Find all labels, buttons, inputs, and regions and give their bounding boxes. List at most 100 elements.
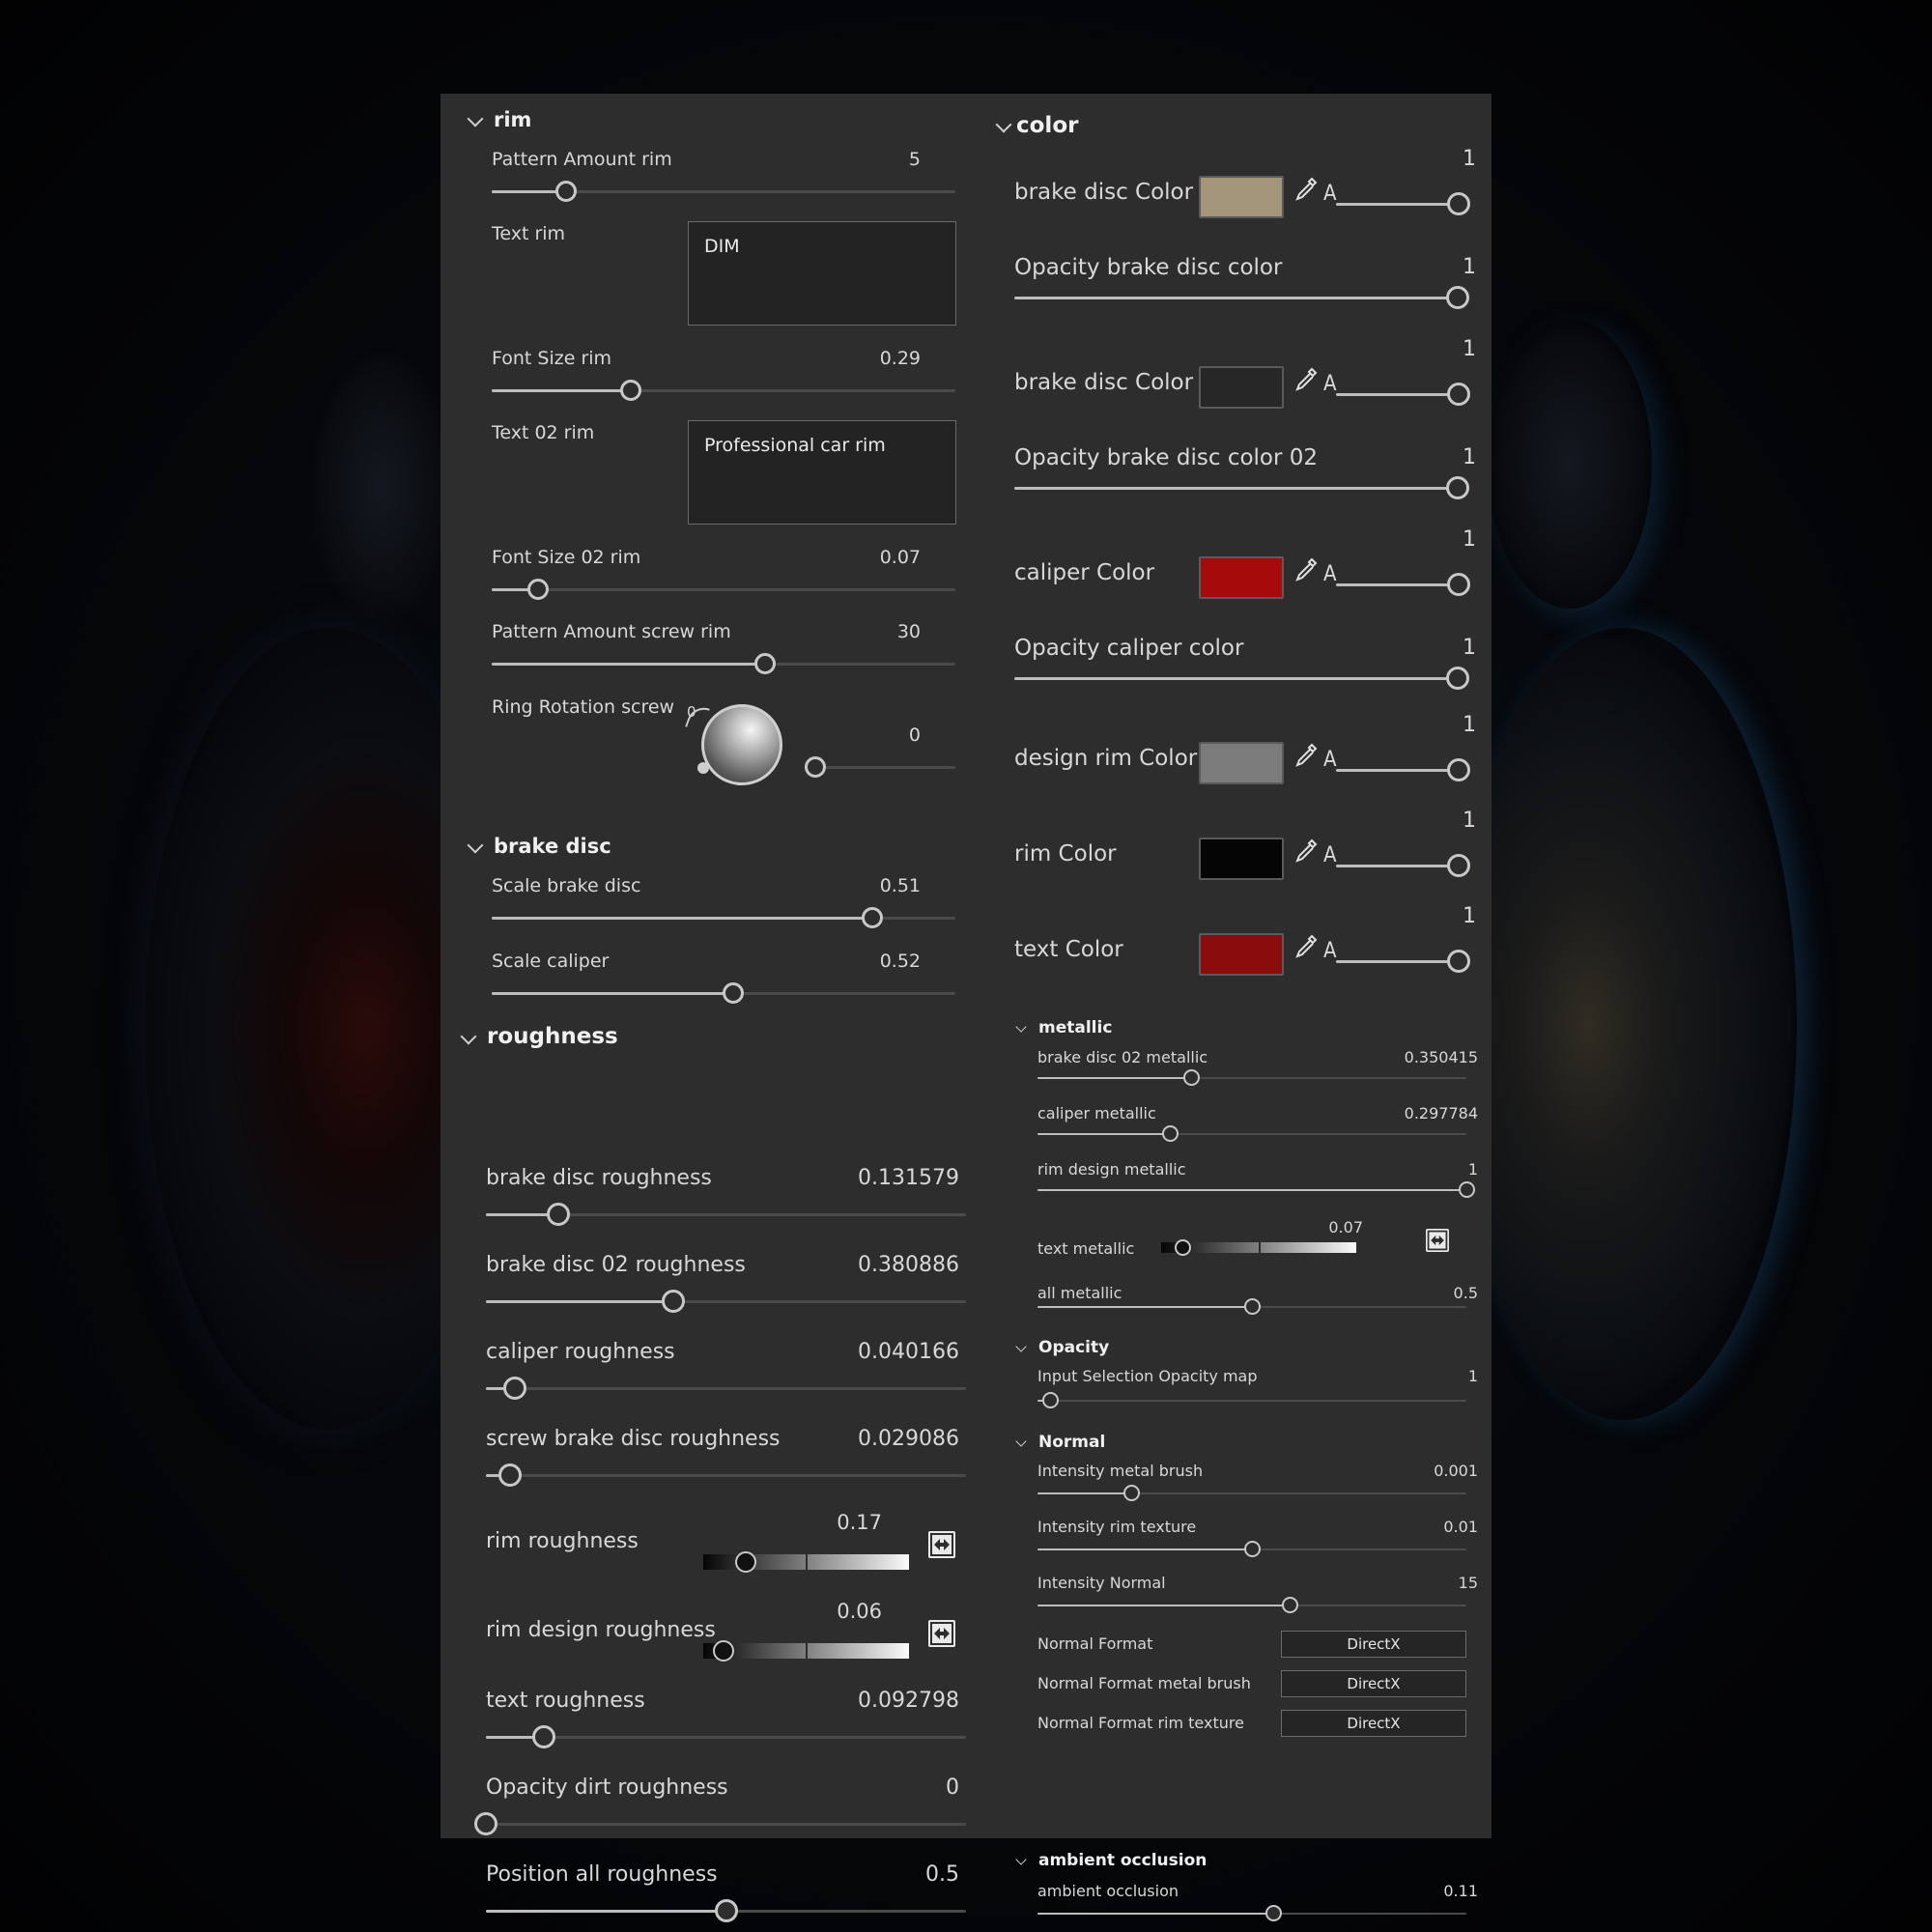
input-selection-opacity-value[interactable]: 1	[1468, 1367, 1478, 1385]
color-swatch[interactable]	[1199, 176, 1284, 218]
ambient-occlusion-slider[interactable]	[1037, 1905, 1466, 1921]
color-alpha-value[interactable]: 1	[1463, 904, 1476, 928]
roughness-item-slider[interactable]	[486, 1899, 966, 1922]
metallic-collapse-chevron-icon[interactable]	[1015, 1021, 1027, 1033]
color-alpha-value[interactable]: 1	[1463, 527, 1476, 552]
color-alpha-value[interactable]: 1	[1463, 809, 1476, 833]
eyedropper-icon[interactable]	[1293, 838, 1319, 868]
color-swatch[interactable]	[1199, 366, 1284, 409]
ring-rotation-dial-handle[interactable]	[697, 762, 709, 774]
normal-item-slider[interactable]	[1037, 1485, 1466, 1501]
normal-item-slider[interactable]	[1037, 1541, 1466, 1557]
pattern-amount-screw-rim-value[interactable]: 30	[897, 621, 921, 642]
color-swatch[interactable]	[1199, 556, 1284, 599]
roughness-item-slider[interactable]	[486, 1203, 966, 1226]
scale-brake-disc-value[interactable]: 0.51	[880, 875, 921, 896]
all-metallic-slider[interactable]	[1037, 1298, 1466, 1315]
roughness-item-slider[interactable]	[474, 1812, 966, 1835]
ao-collapse-chevron-icon[interactable]	[1015, 1854, 1027, 1865]
normal-format-dropdown[interactable]: DirectX	[1281, 1631, 1466, 1658]
metallic-item-value[interactable]: 0.350415	[1405, 1048, 1478, 1066]
gradient-slider-knob[interactable]	[712, 1640, 734, 1662]
gradient-slider-knob[interactable]	[1174, 1239, 1191, 1256]
opacity-color-value[interactable]: 1	[1463, 636, 1476, 660]
roughness-section-title[interactable]: roughness	[487, 1024, 618, 1049]
roughness-item-slider[interactable]	[486, 1725, 966, 1748]
normal-item-value[interactable]: 0.01	[1443, 1518, 1478, 1536]
eyedropper-icon[interactable]	[1293, 366, 1319, 397]
normal-collapse-chevron-icon[interactable]	[1015, 1435, 1027, 1447]
opacity-color-slider[interactable]	[1014, 667, 1469, 690]
rim-design-roughness-map-icon[interactable]	[928, 1620, 955, 1647]
color-alpha-slider[interactable]	[1336, 573, 1470, 596]
eyedropper-icon[interactable]	[1293, 176, 1319, 207]
rim-collapse-chevron-icon[interactable]	[467, 110, 484, 128]
metallic-item-value[interactable]: 1	[1468, 1160, 1478, 1179]
normal-format-dropdown[interactable]: DirectX	[1281, 1710, 1466, 1737]
metallic-item-value[interactable]: 0.297784	[1405, 1104, 1478, 1122]
pattern-amount-rim-value[interactable]: 5	[909, 149, 921, 170]
roughness-item-value[interactable]: 0.092798	[858, 1689, 959, 1713]
pattern-amount-screw-rim-slider[interactable]	[492, 653, 955, 674]
color-section-title[interactable]: color	[1016, 113, 1078, 138]
color-alpha-value[interactable]: 1	[1463, 713, 1476, 737]
text-metallic-value[interactable]: 0.07	[1328, 1218, 1363, 1236]
all-metallic-value[interactable]: 0.5	[1454, 1284, 1478, 1302]
eyedropper-icon[interactable]	[1293, 933, 1319, 964]
color-swatch[interactable]	[1199, 838, 1284, 880]
normal-item-value[interactable]: 0.001	[1434, 1462, 1478, 1480]
font-size-rim-value[interactable]: 0.29	[880, 348, 921, 369]
font-size02-rim-value[interactable]: 0.07	[880, 547, 921, 568]
ring-rotation-screw-value[interactable]: 0	[909, 724, 921, 746]
normal-item-value[interactable]: 15	[1459, 1574, 1478, 1592]
rim-roughness-map-icon[interactable]	[928, 1531, 955, 1558]
opacity-color-value[interactable]: 1	[1463, 255, 1476, 279]
opacity-color-slider[interactable]	[1014, 476, 1469, 499]
rim-section-title[interactable]: rim	[494, 108, 531, 131]
ring-rotation-screw-slider[interactable]	[805, 756, 955, 778]
font-size-rim-slider[interactable]	[492, 380, 955, 401]
eyedropper-icon[interactable]	[1293, 742, 1319, 773]
color-alpha-slider[interactable]	[1336, 854, 1470, 877]
roughness-item-value[interactable]: 0	[946, 1776, 959, 1800]
scale-brake-disc-slider[interactable]	[492, 907, 955, 928]
ring-rotation-dial[interactable]	[701, 704, 782, 785]
scale-caliper-slider[interactable]	[492, 982, 955, 1004]
roughness-item-value[interactable]: 0.380886	[858, 1253, 959, 1277]
color-alpha-slider[interactable]	[1336, 383, 1470, 406]
text-rim-input[interactable]: DIM	[688, 221, 956, 326]
text-metallic-gradient-slider[interactable]	[1161, 1239, 1356, 1256]
rim-roughness-gradient-slider[interactable]	[703, 1551, 909, 1573]
metallic-item-slider[interactable]	[1037, 1181, 1475, 1198]
rim-design-roughness-gradient-slider[interactable]	[703, 1640, 909, 1662]
input-selection-opacity-slider[interactable]	[1037, 1392, 1466, 1408]
brake-disc-section-title[interactable]: brake disc	[494, 835, 611, 858]
metallic-item-slider[interactable]	[1037, 1069, 1466, 1086]
color-swatch[interactable]	[1199, 742, 1284, 784]
roughness-item-slider[interactable]	[486, 1290, 966, 1313]
roughness-item-value[interactable]: 0.131579	[858, 1166, 959, 1190]
ao-section-title[interactable]: ambient occlusion	[1038, 1851, 1207, 1870]
opacity-section-title[interactable]: Opacity	[1038, 1338, 1109, 1357]
roughness-item-slider[interactable]	[486, 1463, 966, 1487]
roughness-item-value[interactable]: 0.5	[925, 1862, 959, 1887]
pattern-amount-rim-slider[interactable]	[492, 181, 955, 202]
normal-item-slider[interactable]	[1037, 1597, 1466, 1613]
opacity-color-slider[interactable]	[1014, 286, 1469, 309]
brake-disc-collapse-chevron-icon[interactable]	[467, 837, 484, 854]
roughness-item-value[interactable]: 0.029086	[858, 1427, 959, 1451]
roughness-collapse-chevron-icon[interactable]	[460, 1028, 477, 1045]
color-alpha-value[interactable]: 1	[1463, 337, 1476, 361]
color-alpha-slider[interactable]	[1336, 192, 1470, 215]
metallic-item-slider[interactable]	[1037, 1125, 1466, 1142]
color-swatch[interactable]	[1199, 933, 1284, 976]
color-alpha-value[interactable]: 1	[1463, 147, 1476, 171]
eyedropper-icon[interactable]	[1293, 556, 1319, 587]
normal-section-title[interactable]: Normal	[1038, 1433, 1105, 1452]
color-collapse-chevron-icon[interactable]	[995, 116, 1012, 133]
text02-rim-input[interactable]: Professional car rim	[688, 420, 956, 525]
roughness-item-value[interactable]: 0.040166	[858, 1340, 959, 1364]
text-metallic-map-icon[interactable]	[1426, 1229, 1449, 1252]
gradient-slider-knob[interactable]	[735, 1551, 757, 1573]
roughness-item-slider[interactable]	[486, 1377, 966, 1400]
